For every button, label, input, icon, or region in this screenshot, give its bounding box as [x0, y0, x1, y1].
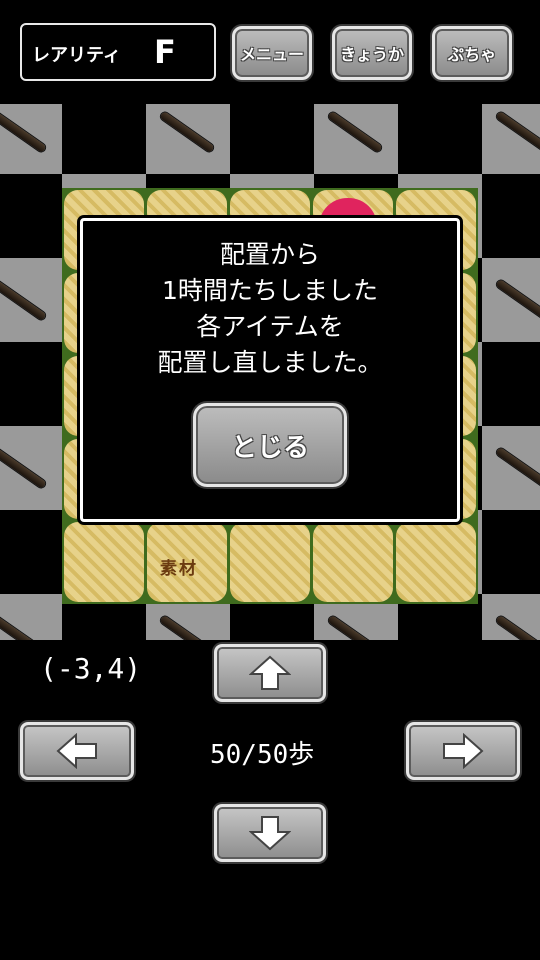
- rarity-display: レアリティ F: [20, 23, 216, 81]
- stick-item-icon: [495, 614, 540, 640]
- rarity-grade: F: [154, 33, 176, 71]
- board-cell: [230, 104, 314, 174]
- board-cell: [482, 104, 540, 174]
- board-cell: [0, 258, 62, 342]
- close-button[interactable]: とじる: [193, 403, 347, 487]
- field-tile[interactable]: [64, 522, 144, 602]
- gacha-button[interactable]: ぷちゃ: [432, 26, 512, 80]
- move-right-button[interactable]: [406, 722, 520, 780]
- stick-item-icon: [495, 110, 540, 154]
- field-tile[interactable]: [313, 522, 393, 602]
- dialog-line: 配置から: [219, 240, 320, 269]
- stick-item-icon: [495, 278, 540, 322]
- move-left-button[interactable]: [20, 722, 134, 780]
- notice-dialog: 配置から 1時間たちしました 各アイテムを 配置し直しました。 とじる: [80, 218, 460, 522]
- board-cell: [62, 104, 146, 174]
- board-cell: [482, 342, 540, 426]
- stick-item-icon: [159, 614, 215, 640]
- board-cell: [0, 594, 62, 640]
- board-cell: [482, 174, 540, 258]
- stick-item-icon: [495, 446, 540, 490]
- board-cell: [0, 426, 62, 510]
- arrow-left-icon: [56, 733, 97, 769]
- board-cell: [482, 510, 540, 594]
- board-cell: [146, 104, 230, 174]
- upgrade-button[interactable]: きょうか: [332, 26, 412, 80]
- dialog-message: 配置から 1時間たちしました 各アイテムを 配置し直しました。: [83, 237, 457, 381]
- board-cell: [398, 104, 482, 174]
- stick-item-icon: [0, 110, 47, 154]
- move-down-button[interactable]: [214, 804, 326, 862]
- board-cell: [0, 174, 62, 258]
- material-label: 素材: [160, 559, 198, 579]
- arrow-up-icon: [249, 655, 291, 690]
- stick-item-icon: [0, 278, 47, 322]
- dialog-line: 配置し直しました。: [157, 348, 383, 377]
- dialog-line: 1時間たちしました: [162, 276, 378, 305]
- field-tile[interactable]: [230, 522, 310, 602]
- field-tile[interactable]: [396, 522, 476, 602]
- board-cell: [314, 104, 398, 174]
- menu-button[interactable]: メニュー: [232, 26, 312, 80]
- stick-item-icon: [159, 110, 215, 154]
- arrow-right-icon: [443, 733, 484, 769]
- coordinate-readout: (-3,4): [40, 652, 142, 685]
- stick-item-icon: [0, 446, 47, 490]
- board-cell: [0, 104, 62, 174]
- board-cell: [0, 510, 62, 594]
- stick-item-icon: [327, 614, 383, 640]
- board-cell: [482, 594, 540, 640]
- stick-item-icon: [327, 110, 383, 154]
- board-cell: [482, 258, 540, 342]
- board-cell: [482, 426, 540, 510]
- rarity-label: レアリティ: [32, 45, 121, 66]
- arrow-down-icon: [249, 816, 291, 851]
- dialog-line: 各アイテムを: [196, 312, 344, 341]
- step-counter: 50/50歩: [210, 740, 315, 770]
- board-cell: [0, 342, 62, 426]
- stick-item-icon: [0, 614, 47, 640]
- move-up-button[interactable]: [214, 644, 326, 702]
